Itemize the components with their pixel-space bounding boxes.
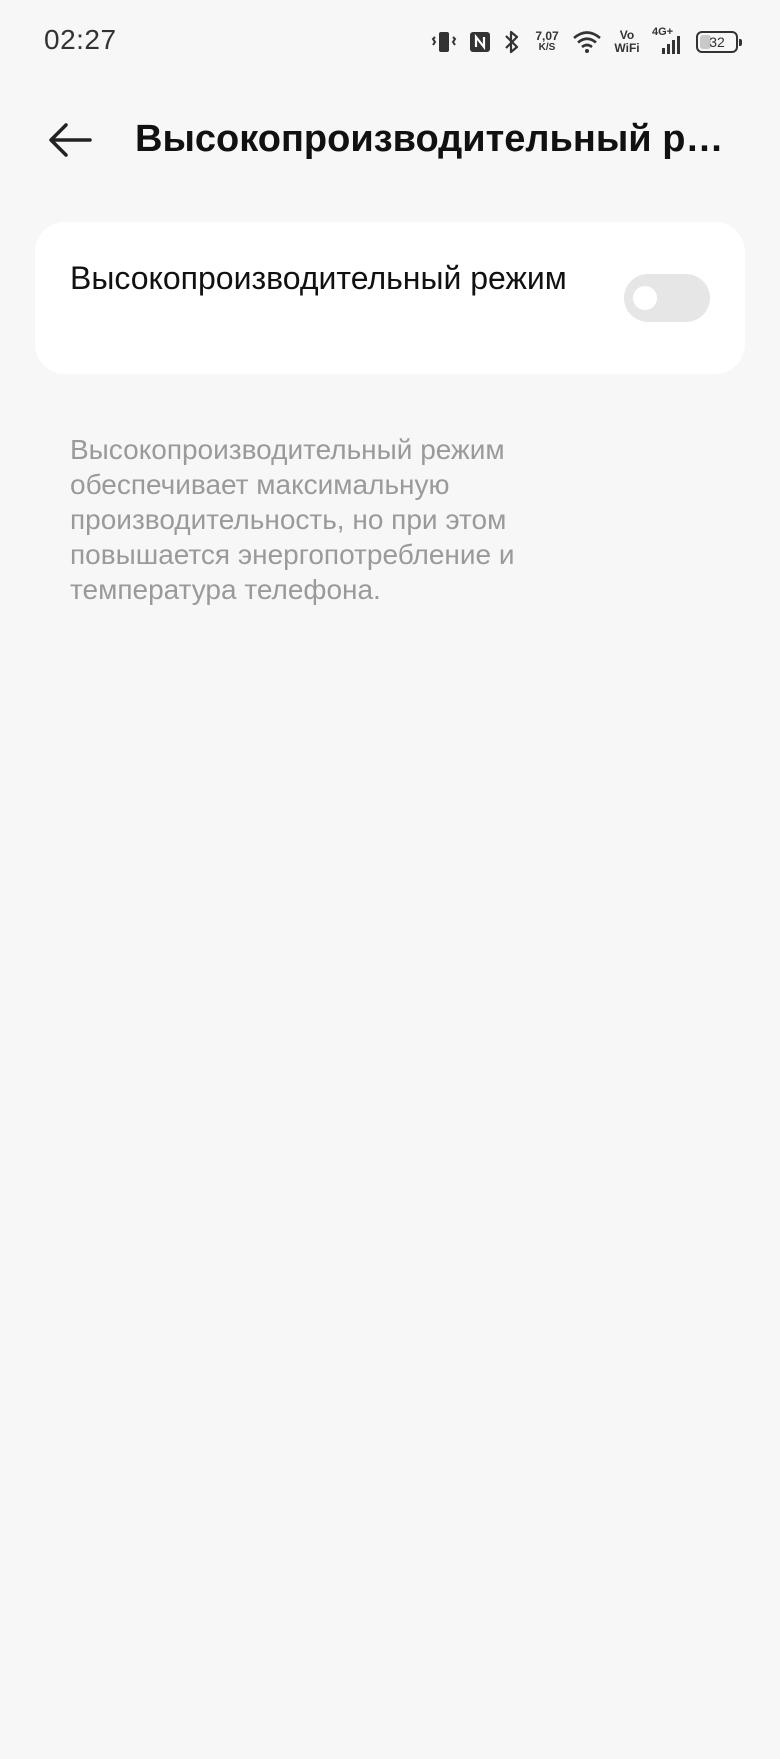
app-header: Высокопроизводительный режим bbox=[0, 100, 780, 180]
wifi-icon bbox=[572, 30, 602, 54]
back-button[interactable] bbox=[40, 112, 100, 168]
setting-card-high-performance[interactable]: Высокопроизводительный режим bbox=[35, 222, 745, 374]
status-time: 02:27 bbox=[44, 24, 117, 55]
net-speed: 7,07 K/S bbox=[532, 30, 562, 54]
high-performance-toggle[interactable] bbox=[624, 274, 710, 322]
vowifi-indicator: Vo WiFi bbox=[612, 29, 642, 55]
net-speed-unit: K/S bbox=[538, 42, 556, 53]
setting-description: Высокопроизводительный режим обеспечивае… bbox=[70, 434, 515, 605]
battery-icon: 32 bbox=[696, 31, 742, 53]
status-bar: 02:27 7,07 K/S Vo WiFi 4G+ 32 bbox=[0, 0, 780, 84]
nfc-icon bbox=[468, 30, 492, 54]
bluetooth-icon bbox=[502, 29, 522, 55]
arrow-left-icon bbox=[49, 123, 92, 157]
vibrate-icon bbox=[430, 29, 458, 55]
setting-label: Высокопроизводительный режим bbox=[70, 260, 567, 296]
battery-percent: 32 bbox=[709, 34, 725, 50]
signal-icon: 4G+ bbox=[652, 26, 686, 56]
page-title: Высокопроизводительный режим bbox=[135, 118, 735, 160]
toggle-knob bbox=[633, 286, 657, 310]
settings-screen: 02:27 7,07 K/S Vo WiFi 4G+ 32 Высокопрои… bbox=[0, 0, 780, 1759]
vowifi-bottom: WiFi bbox=[614, 41, 640, 55]
status-icons: 7,07 K/S Vo WiFi 4G+ 32 bbox=[430, 26, 742, 58]
net-speed-value: 7,07 bbox=[535, 29, 559, 43]
